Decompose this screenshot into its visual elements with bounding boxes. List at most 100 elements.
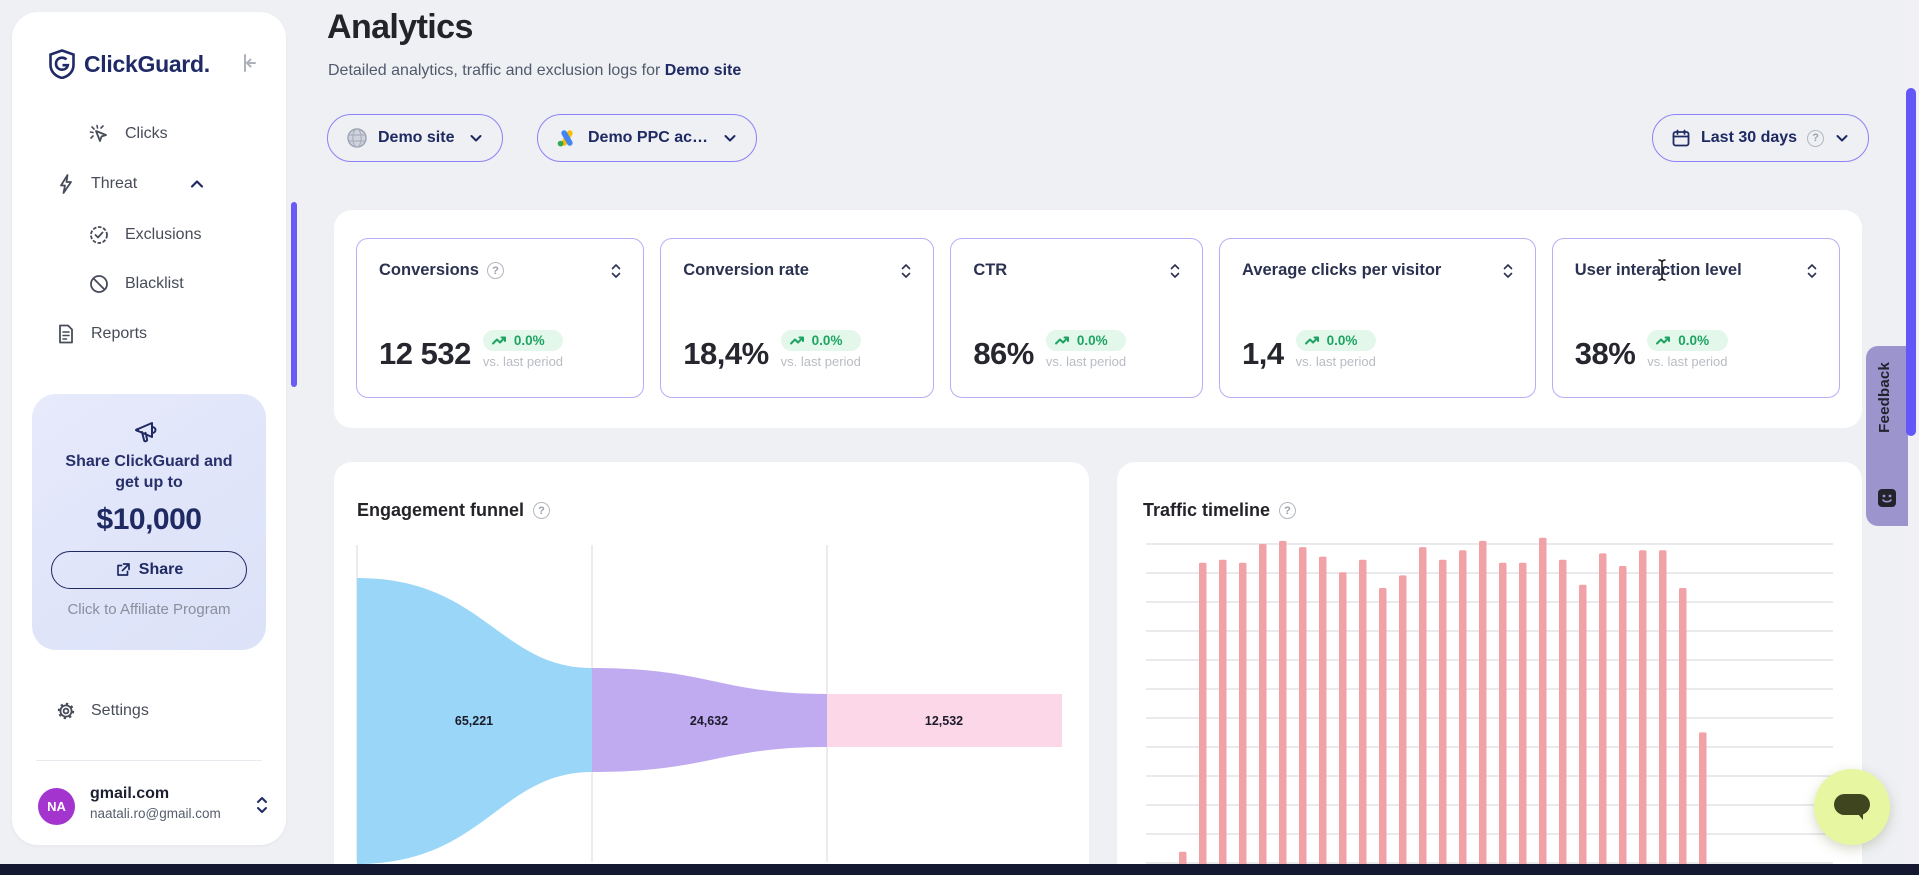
engagement-funnel-card: Engagement funnel ? 65,22124,63212,532 [334, 462, 1089, 875]
stat-card-value: 1,4 [1242, 339, 1284, 369]
sidebar-item-label: Clicks [125, 125, 168, 143]
timeline-bar [1619, 566, 1627, 875]
timeline-bar [1319, 557, 1327, 875]
sidebar: ClickGuard. Clicks Threat Exclusions Blackl… [12, 12, 286, 845]
badge-check-icon [88, 224, 110, 246]
stat-card-title: Average clicks per visitor [1242, 261, 1441, 280]
account-name: gmail.com [90, 785, 169, 803]
change-badge: 0.0% [1296, 330, 1376, 351]
sidebar-collapse-icon[interactable] [238, 52, 260, 74]
timeline-bar [1699, 732, 1707, 875]
compare-label: vs. last period [483, 354, 563, 369]
share-button[interactable]: Share [51, 551, 247, 589]
engagement-funnel-chart: 65,22124,63212,532 [334, 462, 1089, 875]
avatar: NA [38, 788, 75, 825]
clickguard-logo: ClickGuard. [84, 51, 210, 78]
text-cursor [1656, 258, 1668, 282]
date-range-selector[interactable]: Last 30 days ? [1652, 114, 1869, 162]
sidebar-item-exclusions[interactable]: Exclusions [12, 215, 286, 255]
chevron-down-icon [468, 130, 484, 146]
timeline-bar [1239, 563, 1247, 875]
timeline-bar [1479, 541, 1487, 875]
change-value: 0.0% [1327, 333, 1358, 348]
calendar-icon [1671, 128, 1691, 148]
timeline-bar [1359, 560, 1367, 875]
chat-launcher-button[interactable] [1814, 769, 1890, 845]
site-selector-value: Demo site [378, 129, 454, 147]
timeline-bar [1579, 585, 1587, 875]
sidebar-item-threat[interactable]: Threat [12, 164, 286, 204]
stat-card-conversion-rate: Conversion rate 18,4% 0.0% vs. last period [660, 238, 934, 398]
scrollbar-thumb[interactable] [1906, 88, 1916, 436]
select-chevrons-icon [254, 794, 270, 816]
timeline-bar [1259, 544, 1267, 875]
sidebar-item-label: Threat [91, 175, 137, 193]
bottom-edge-strip [0, 864, 1919, 875]
sort-chevrons-icon[interactable] [1501, 262, 1515, 280]
help-icon[interactable]: ? [487, 262, 504, 279]
affiliate-promo-card[interactable]: Share ClickGuard and get up to $10,000 S… [32, 394, 266, 650]
compare-label: vs. last period [1296, 354, 1376, 369]
traffic-timeline-chart [1117, 462, 1862, 875]
sidebar-divider [36, 760, 262, 761]
sort-chevrons-icon[interactable] [609, 262, 623, 280]
chevron-down-icon [1834, 130, 1850, 146]
feedback-tab[interactable]: Feedback [1866, 346, 1908, 526]
timeline-bar [1459, 550, 1467, 875]
logo-row: ClickGuard. [48, 48, 274, 80]
timeline-bar [1299, 547, 1307, 875]
sort-chevrons-icon[interactable] [1805, 262, 1819, 280]
trend-up-icon [491, 334, 509, 348]
promo-text-line2: get up to [32, 472, 266, 493]
compare-label: vs. last period [781, 354, 861, 369]
cursor-click-icon [88, 123, 110, 145]
timeline-bar [1599, 553, 1607, 875]
change-value: 0.0% [812, 333, 843, 348]
google-ads-icon [556, 128, 578, 148]
sidebar-item-blacklist[interactable]: Blacklist [12, 264, 286, 304]
chevron-down-icon [722, 130, 738, 146]
stat-card-title: CTR [973, 261, 1007, 280]
affiliate-program-link[interactable]: Click to Affiliate Program [32, 601, 266, 618]
date-range-value: Last 30 days [1701, 129, 1797, 147]
chevron-up-icon[interactable] [188, 175, 206, 193]
ppc-account-selector[interactable]: Demo PPC ac… [537, 114, 757, 162]
promo-text-line1: Share ClickGuard and [32, 451, 266, 472]
timeline-bar [1219, 560, 1227, 875]
sort-chevrons-icon[interactable] [899, 262, 913, 280]
chat-bubble-icon [1832, 791, 1872, 823]
change-badge: 0.0% [1647, 330, 1727, 351]
clickguard-logo-icon [48, 49, 76, 79]
trend-up-icon [1655, 334, 1673, 348]
stat-card-ctr: CTR86%0.0%vs. last period [950, 238, 1203, 398]
document-icon [55, 323, 77, 345]
sidebar-item-clicks[interactable]: Clicks [12, 114, 286, 154]
stat-card-title: Conversion rate [683, 261, 809, 280]
traffic-timeline-card: Traffic timeline ? [1117, 462, 1862, 875]
timeline-bar [1559, 560, 1567, 875]
change-badge: 0.0% [1046, 330, 1126, 351]
timeline-bar [1659, 550, 1667, 875]
timeline-bar [1679, 588, 1687, 875]
timeline-bar [1439, 560, 1447, 875]
sort-chevrons-icon[interactable] [1168, 262, 1182, 280]
stat-card-title: Conversions [379, 261, 479, 280]
account-switcher[interactable]: NA gmail.com naatali.ro@gmail.com [12, 778, 286, 834]
timeline-bar [1539, 538, 1547, 875]
help-icon[interactable]: ? [1807, 130, 1824, 147]
timeline-bar [1339, 572, 1347, 875]
megaphone-icon [134, 418, 164, 446]
sidebar-item-reports[interactable]: Reports [12, 314, 286, 354]
sidebar-item-settings[interactable]: Settings [12, 690, 286, 732]
stat-card-conversions: Conversions?12 5320.0%vs. last period [356, 238, 644, 398]
globe-icon [346, 127, 368, 149]
change-value: 0.0% [1077, 333, 1108, 348]
stat-card-value: 18,4% [683, 339, 768, 369]
site-selector[interactable]: Demo site [327, 114, 503, 162]
subtitle-text: Detailed analytics, traffic and exclusio… [328, 62, 665, 79]
timeline-bar [1519, 563, 1527, 875]
stat-card-average-clicks-per-visitor: Average clicks per visitor 1,4 0.0% vs. las… [1219, 238, 1536, 398]
share-button-label: Share [139, 561, 183, 579]
lightning-icon [55, 173, 77, 195]
ban-icon [88, 273, 110, 295]
